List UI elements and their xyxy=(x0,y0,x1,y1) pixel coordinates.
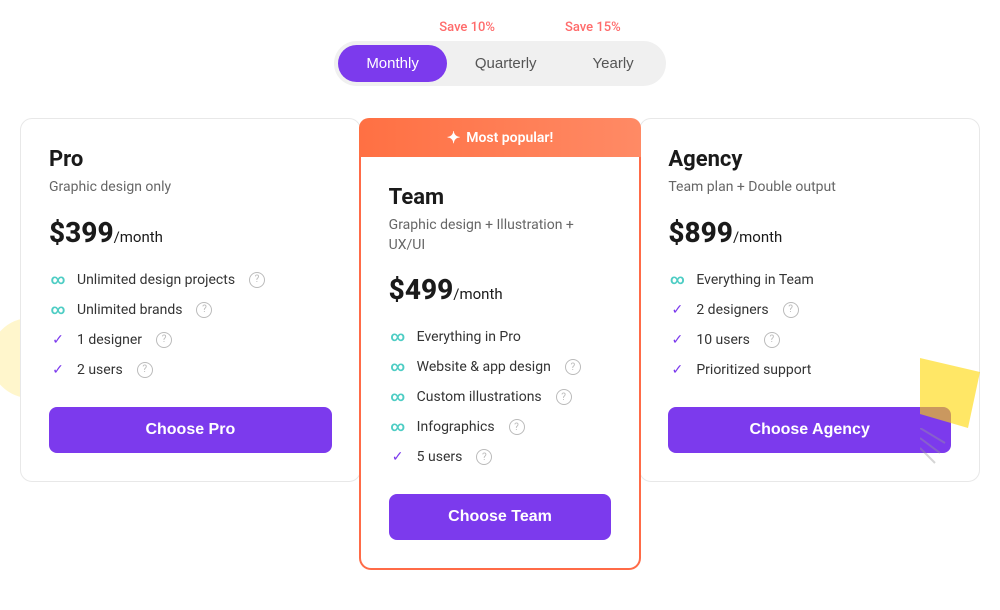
check-icon: ✓ xyxy=(49,361,67,379)
agency-plan-price: $899/month xyxy=(668,216,951,249)
check-icon: ✓ xyxy=(668,301,686,319)
info-icon[interactable]: ? xyxy=(196,302,212,318)
infinity-icon: ∞ xyxy=(389,328,407,346)
sparkle-icon: ✦ xyxy=(447,128,460,147)
monthly-toggle-btn[interactable]: Monthly xyxy=(338,45,447,82)
infinity-icon: ∞ xyxy=(49,271,67,289)
info-icon[interactable]: ? xyxy=(556,389,572,405)
feature-text: 5 users xyxy=(417,449,463,465)
pro-plan-card: Pro Graphic design only $399/month ∞ Unl… xyxy=(20,118,361,482)
decorative-lines xyxy=(920,428,950,468)
list-item: ∞ Website & app design ? xyxy=(389,358,612,376)
team-features-list: ∞ Everything in Pro ∞ Website & app desi… xyxy=(389,328,612,466)
pro-plan-description: Graphic design only xyxy=(49,178,332,198)
agency-plan-description: Team plan + Double output xyxy=(668,178,951,198)
list-item: ∞ Everything in Pro xyxy=(389,328,612,346)
feature-text: Unlimited brands xyxy=(77,302,182,318)
feature-text: Prioritized support xyxy=(696,362,811,378)
feature-text: Everything in Pro xyxy=(417,329,521,345)
quarterly-toggle-btn[interactable]: Quarterly xyxy=(447,45,565,82)
list-item: ∞ Custom illustrations ? xyxy=(389,388,612,406)
infinity-icon: ∞ xyxy=(389,358,407,376)
feature-text: Everything in Team xyxy=(696,272,813,288)
list-item: ✓ Prioritized support xyxy=(668,361,951,379)
save-quarterly-label: Save 10% xyxy=(439,20,495,35)
info-icon[interactable]: ? xyxy=(509,419,525,435)
list-item: ✓ 1 designer ? xyxy=(49,331,332,349)
info-icon[interactable]: ? xyxy=(249,272,265,288)
save-yearly-label: Save 15% xyxy=(565,20,621,35)
check-icon: ✓ xyxy=(668,331,686,349)
agency-features-list: ∞ Everything in Team ✓ 2 designers ? ✓ 1… xyxy=(668,271,951,379)
infinity-icon: ∞ xyxy=(49,301,67,319)
check-icon: ✓ xyxy=(389,448,407,466)
info-icon[interactable]: ? xyxy=(764,332,780,348)
list-item: ✓ 5 users ? xyxy=(389,448,612,466)
choose-team-button[interactable]: Choose Team xyxy=(389,494,612,540)
list-item: ∞ Everything in Team xyxy=(668,271,951,289)
info-icon[interactable]: ? xyxy=(783,302,799,318)
feature-text: Custom illustrations xyxy=(417,389,542,405)
info-icon[interactable]: ? xyxy=(156,332,172,348)
most-popular-banner: ✦ Most popular! xyxy=(359,118,642,157)
infinity-icon: ∞ xyxy=(389,418,407,436)
list-item: ∞ Unlimited brands ? xyxy=(49,301,332,319)
check-icon: ✓ xyxy=(668,361,686,379)
feature-text: 10 users xyxy=(696,332,750,348)
infinity-icon: ∞ xyxy=(668,271,686,289)
feature-text: Website & app design xyxy=(417,359,551,375)
info-icon[interactable]: ? xyxy=(476,449,492,465)
team-plan-price: $499/month xyxy=(389,273,612,306)
billing-toggle-group: Monthly Quarterly Yearly xyxy=(334,41,665,86)
team-plan-wrapper: ✦ Most popular! Team Graphic design + Il… xyxy=(359,118,642,570)
list-item: ∞ Infographics ? xyxy=(389,418,612,436)
pro-plan-name: Pro xyxy=(49,147,332,172)
feature-text: 2 designers xyxy=(696,302,768,318)
agency-plan-name: Agency xyxy=(668,147,951,172)
list-item: ✓ 2 users ? xyxy=(49,361,332,379)
feature-text: 1 designer xyxy=(77,332,142,348)
billing-toggle-wrapper: Save 10% Save 15% Monthly Quarterly Year… xyxy=(334,20,665,86)
feature-text: 2 users xyxy=(77,362,123,378)
team-plan-description: Graphic design + Illustration + UX/UI xyxy=(389,216,612,255)
most-popular-label: Most popular! xyxy=(466,130,553,146)
list-item: ✓ 2 designers ? xyxy=(668,301,951,319)
feature-text: Infographics xyxy=(417,419,495,435)
info-icon[interactable]: ? xyxy=(137,362,153,378)
info-icon[interactable]: ? xyxy=(565,359,581,375)
choose-pro-button[interactable]: Choose Pro xyxy=(49,407,332,453)
infinity-icon: ∞ xyxy=(389,388,407,406)
list-item: ✓ 10 users ? xyxy=(668,331,951,349)
check-icon: ✓ xyxy=(49,331,67,349)
pricing-cards-container: Pro Graphic design only $399/month ∞ Unl… xyxy=(20,118,980,570)
pro-plan-price: $399/month xyxy=(49,216,332,249)
list-item: ∞ Unlimited design projects ? xyxy=(49,271,332,289)
feature-text: Unlimited design projects xyxy=(77,272,235,288)
pro-features-list: ∞ Unlimited design projects ? ∞ Unlimite… xyxy=(49,271,332,379)
yearly-toggle-btn[interactable]: Yearly xyxy=(565,45,662,82)
team-plan-name: Team xyxy=(389,185,612,210)
choose-agency-button[interactable]: Choose Agency xyxy=(668,407,951,453)
save-labels: Save 10% Save 15% xyxy=(439,20,620,35)
team-plan-card: Team Graphic design + Illustration + UX/… xyxy=(359,157,642,570)
